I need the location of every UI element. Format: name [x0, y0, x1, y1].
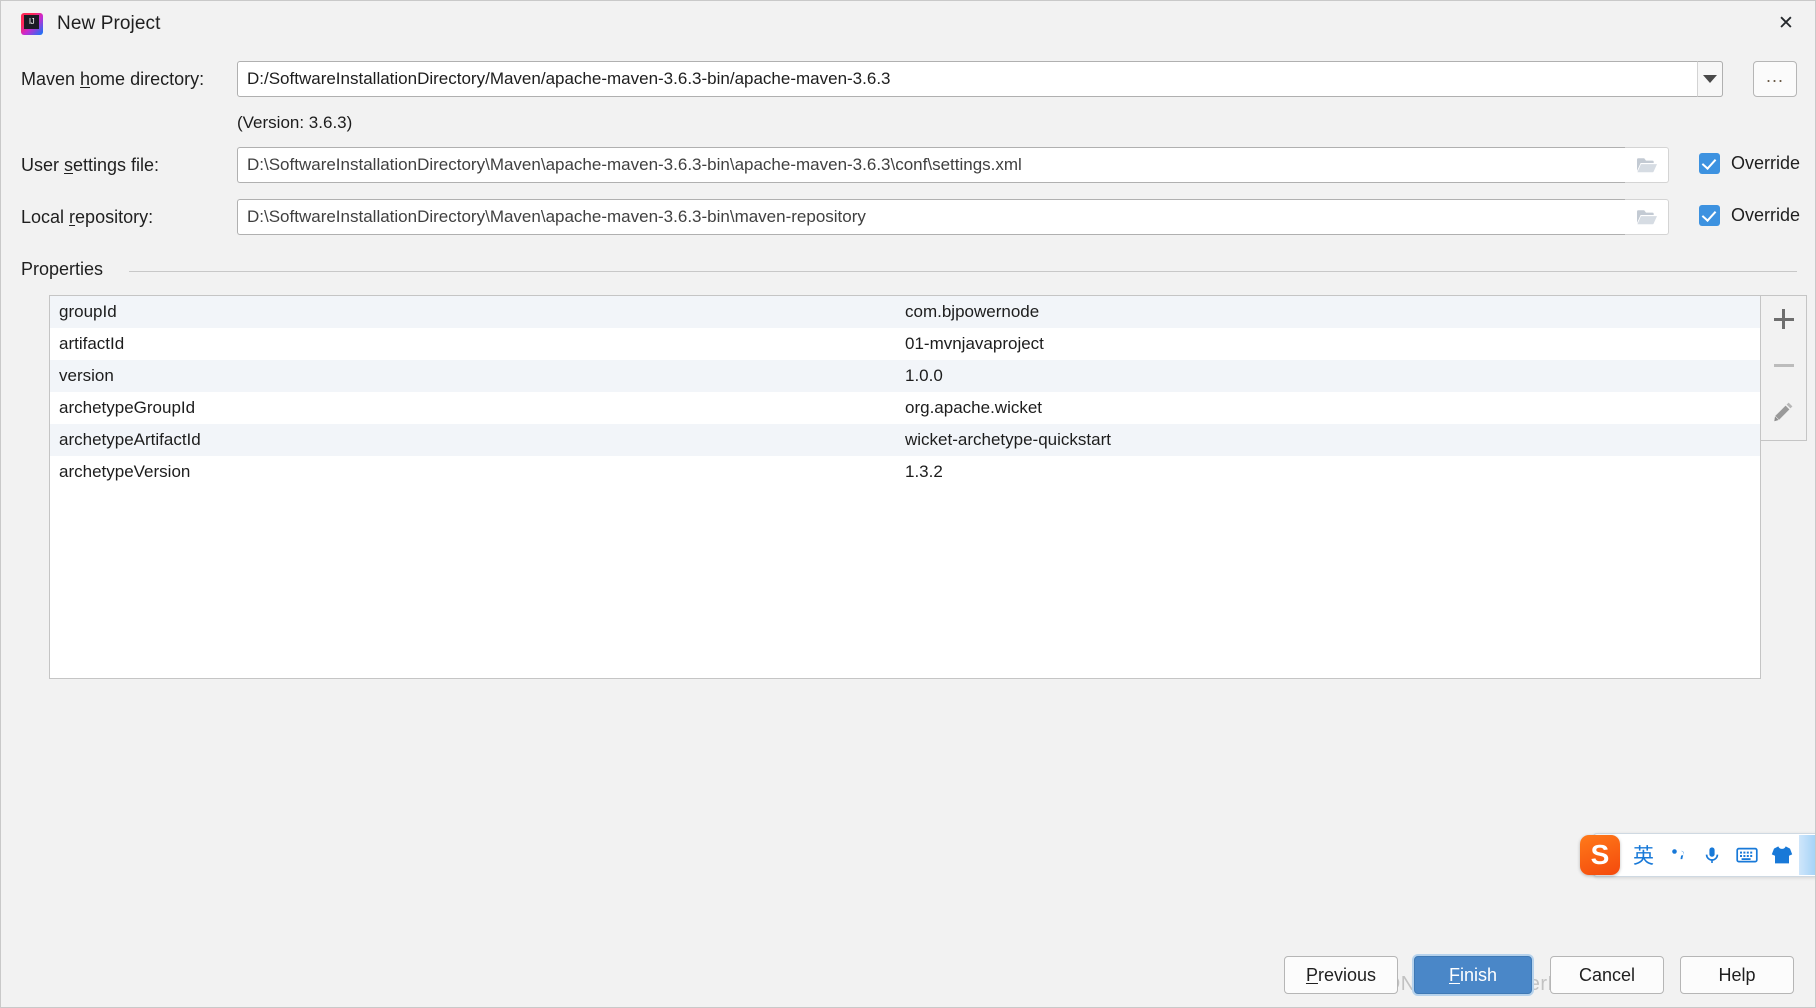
property-value: 01-mvnjavaproject [905, 334, 1044, 353]
add-property-button[interactable] [1761, 296, 1807, 342]
window-title: New Project [57, 12, 161, 34]
user-settings-override-checkbox[interactable]: Override [1699, 153, 1800, 174]
help-button[interactable]: Help [1680, 956, 1794, 994]
intellij-idea-icon [21, 12, 43, 35]
ime-mode-button[interactable]: 英 [1626, 840, 1661, 870]
table-row[interactable]: artifactId 01-mvnjavaproject [50, 328, 1760, 360]
property-value: wicket-archetype-quickstart [905, 430, 1111, 449]
minus-icon [1773, 355, 1794, 375]
folder-icon [1636, 158, 1657, 173]
maven-home-input[interactable]: D:/SoftwareInstallationDirectory/Maven/a… [237, 61, 1723, 97]
local-repository-label: Local repository: [21, 207, 154, 227]
punctuation-icon[interactable] [1661, 845, 1695, 865]
sogou-logo-icon[interactable]: S [1580, 835, 1620, 875]
property-key: archetypeGroupId [59, 398, 196, 417]
new-project-dialog: New Project ✕ Maven home directory: D:/S… [0, 0, 1816, 1008]
plus-icon [1773, 309, 1794, 329]
property-value: 1.0.0 [905, 366, 943, 385]
previous-button[interactable]: Previous [1284, 956, 1398, 994]
pencil-icon [1773, 400, 1795, 422]
user-settings-label: User settings file: [21, 155, 160, 175]
close-icon: ✕ [1778, 13, 1794, 34]
local-repository-input[interactable]: D:\SoftwareInstallationDirectory\Maven\a… [237, 199, 1625, 235]
microphone-icon[interactable] [1695, 845, 1729, 865]
close-button[interactable]: ✕ [1755, 1, 1815, 46]
property-key: groupId [59, 302, 117, 321]
edit-property-button[interactable] [1761, 388, 1807, 434]
maven-version-note: (Version: 3.6.3) [237, 113, 353, 132]
user-settings-input[interactable]: D:\SoftwareInstallationDirectory\Maven\a… [237, 147, 1625, 183]
checkbox-checked-icon [1699, 205, 1720, 226]
table-row[interactable]: groupId com.bjpowernode [50, 296, 1760, 328]
properties-toolbar [1761, 295, 1807, 441]
property-key: archetypeVersion [59, 462, 191, 481]
property-key: version [59, 366, 114, 385]
keyboard-icon[interactable] [1729, 846, 1765, 864]
checkbox-checked-icon [1699, 153, 1720, 174]
remove-property-button[interactable] [1761, 342, 1807, 388]
chevron-down-icon [1703, 75, 1717, 83]
maven-home-label: Maven home directory: [21, 69, 205, 89]
cancel-button[interactable]: Cancel [1550, 956, 1664, 994]
shirt-icon[interactable] [1765, 845, 1799, 865]
local-repository-browse-button[interactable] [1625, 199, 1669, 235]
properties-group-divider [129, 271, 1797, 272]
maven-home-dropdown-button[interactable] [1697, 61, 1723, 97]
table-row[interactable]: version 1.0.0 [50, 360, 1760, 392]
ime-toolbar: S 英 [1580, 833, 1815, 877]
table-row[interactable]: archetypeGroupId org.apache.wicket [50, 392, 1760, 424]
local-repository-override-label: Override [1731, 205, 1801, 225]
ime-toolbar-edge [1799, 835, 1815, 875]
property-key: archetypeArtifactId [59, 430, 201, 449]
property-key: artifactId [59, 334, 125, 353]
table-row[interactable]: archetypeVersion 1.3.2 [50, 456, 1760, 488]
property-value: org.apache.wicket [905, 398, 1043, 417]
property-value: com.bjpowernode [905, 302, 1040, 321]
properties-group-label: Properties [21, 259, 114, 280]
user-settings-override-label: Override [1731, 153, 1801, 173]
properties-table[interactable]: groupId com.bjpowernode artifactId 01-mvnja… [49, 295, 1761, 679]
maven-home-browse-button[interactable]: ... [1753, 61, 1797, 97]
finish-button[interactable]: Finish [1414, 956, 1532, 994]
property-value: 1.3.2 [905, 462, 943, 481]
title-bar: New Project ✕ [1, 1, 1815, 46]
user-settings-browse-button[interactable] [1625, 147, 1669, 183]
local-repository-override-checkbox[interactable]: Override [1699, 205, 1800, 226]
folder-icon [1636, 210, 1657, 225]
table-row[interactable]: archetypeArtifactId wicket-archetype-quic… [50, 424, 1760, 456]
